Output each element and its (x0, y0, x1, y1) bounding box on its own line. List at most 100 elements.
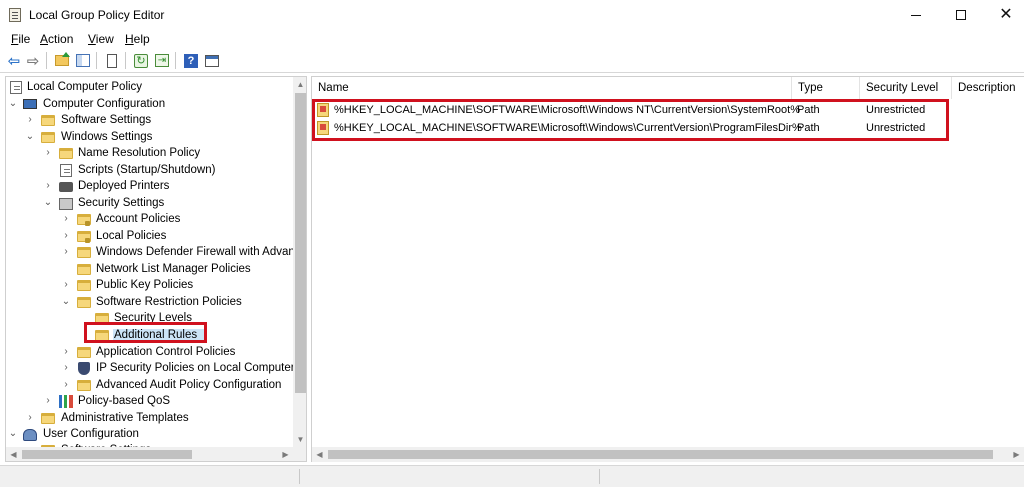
tree-item-public-key-policies[interactable]: › Public Key Policies (6, 277, 292, 293)
menu-help[interactable]: Help (125, 32, 150, 46)
back-arrow-icon: ⇦ (7, 52, 21, 70)
forward-button[interactable]: ⇨ (24, 52, 42, 70)
refresh-icon: ↻ (134, 53, 148, 68)
tree-item-local-computer-policy[interactable]: Local Computer Policy (6, 79, 292, 95)
column-header-security-level[interactable]: Security Level (860, 77, 952, 99)
chevron-right-icon[interactable]: › (61, 278, 71, 292)
folder-icon (77, 347, 91, 358)
tree-item-network-list-manager[interactable]: Network List Manager Policies (6, 261, 292, 277)
chevron-down-icon[interactable]: ⌄ (8, 97, 18, 111)
tree-item-deployed-printers[interactable]: › Deployed Printers (6, 178, 292, 194)
properties-button[interactable] (203, 52, 221, 69)
tree-item-windows-defender-firewall[interactable]: › Windows Defender Firewall with Advanc (6, 244, 301, 260)
tree-item-scripts[interactable]: Scripts (Startup/Shutdown) (6, 162, 292, 178)
chevron-right-icon[interactable]: › (61, 212, 71, 226)
close-button[interactable]: ✕ (983, 0, 1024, 30)
scroll-left-icon[interactable]: ◀ (312, 447, 327, 462)
status-segment (300, 469, 600, 484)
chevron-right-icon[interactable]: › (61, 361, 71, 375)
details-horizontal-scrollbar[interactable]: ◀ ▶ (312, 447, 1024, 462)
tree-horizontal-scrollbar[interactable]: ◀ ▶ (6, 447, 293, 461)
properties-icon (205, 54, 219, 67)
scrollbar-thumb[interactable] (295, 93, 306, 393)
tree-item-software-restriction-policies[interactable]: ⌄ Software Restriction Policies (6, 294, 292, 310)
console-tree[interactable]: Local Computer Policy ⌄ Computer Configu… (5, 76, 307, 462)
chevron-right-icon[interactable]: › (61, 245, 71, 259)
folder-icon (41, 115, 55, 126)
show-hide-tree-button[interactable] (74, 52, 92, 69)
scroll-icon (10, 81, 22, 94)
column-header-name[interactable]: Name (312, 77, 792, 99)
chevron-right-icon[interactable]: › (61, 229, 71, 243)
column-header-type[interactable]: Type (792, 77, 860, 99)
folder-icon (77, 297, 91, 308)
scroll-up-icon[interactable]: ▲ (293, 77, 306, 92)
status-segment (0, 469, 300, 484)
highlight-box-additional-rules (84, 322, 207, 343)
toolbar: ⇦ ⇨ ↻ ⇥ ? (0, 48, 1024, 73)
refresh-button[interactable]: ↻ (132, 52, 150, 69)
tree-item-policy-based-qos[interactable]: › Policy-based QoS (6, 393, 292, 409)
scroll-down-icon[interactable]: ▼ (293, 432, 306, 447)
scroll-left-icon[interactable]: ◀ (6, 447, 21, 461)
details-pane[interactable]: ^ Name Type Security Level Description %… (311, 76, 1024, 462)
tree-item-application-control-policies[interactable]: › Application Control Policies (6, 344, 292, 360)
locked-folder-icon (77, 214, 91, 226)
minimize-button[interactable] (893, 0, 939, 30)
tree-item-account-policies[interactable]: › Account Policies (6, 211, 292, 227)
chevron-right-icon[interactable]: › (25, 411, 35, 425)
tree-item-name-resolution-policy[interactable]: › Name Resolution Policy (6, 145, 292, 161)
clipboard-icon (107, 53, 117, 68)
chevron-down-icon[interactable]: ⌄ (61, 295, 71, 309)
export-list-button[interactable]: ⇥ (153, 52, 171, 69)
menu-action[interactable]: Action (40, 32, 73, 46)
folder-icon (41, 413, 55, 424)
tree-item-ip-security-policies[interactable]: › IP Security Policies on Local Computer (6, 360, 295, 376)
help-icon: ? (184, 53, 198, 68)
close-icon: ✕ (999, 6, 1013, 23)
help-button[interactable]: ? (182, 52, 200, 69)
toolbar-separator (175, 52, 176, 69)
chevron-right-icon[interactable]: › (43, 179, 53, 193)
scrollbar-thumb[interactable] (22, 450, 192, 459)
status-bar (0, 465, 1024, 487)
tree-vertical-scrollbar[interactable]: ▲ ▼ (293, 77, 306, 447)
chevron-down-icon[interactable]: ⌄ (8, 427, 18, 441)
tree-item-windows-settings[interactable]: ⌄ Windows Settings (6, 129, 292, 145)
chevron-right-icon[interactable]: › (43, 146, 53, 160)
back-button[interactable]: ⇦ (5, 52, 23, 70)
tree-item-user-configuration[interactable]: ⌄ User Configuration (6, 426, 292, 442)
menu-file[interactable]: File (11, 32, 30, 46)
menu-view[interactable]: View (88, 32, 114, 46)
chevron-down-icon[interactable]: ⌄ (43, 196, 53, 210)
export-list-icon: ⇥ (155, 54, 169, 67)
tree-item-advanced-audit-policy[interactable]: › Advanced Audit Policy Configuration (6, 377, 292, 393)
menu-bar: File Action View Help (0, 30, 1024, 48)
tree-item-security-settings[interactable]: ⌄ Security Settings (6, 195, 292, 211)
up-one-level-button[interactable] (53, 52, 71, 69)
chevron-right-icon[interactable]: › (61, 345, 71, 359)
tree-item-administrative-templates[interactable]: › Administrative Templates (6, 410, 292, 426)
chevron-right-icon[interactable]: › (61, 378, 71, 392)
scroll-right-icon[interactable]: ▶ (1009, 447, 1024, 462)
locked-folder-icon (77, 231, 91, 243)
scrollbar-thumb[interactable] (328, 450, 993, 459)
tree-item-computer-configuration[interactable]: ⌄ Computer Configuration (6, 96, 292, 112)
scrollbar-corner (293, 447, 306, 461)
group-policy-app-icon (9, 8, 21, 22)
toolbar-separator (96, 52, 97, 69)
chevron-down-icon[interactable]: ⌄ (25, 130, 35, 144)
chevron-right-icon[interactable]: › (43, 394, 53, 408)
title-bar: Local Group Policy Editor ✕ (0, 0, 1024, 30)
chevron-right-icon[interactable]: › (25, 113, 35, 127)
security-settings-icon (59, 198, 73, 210)
folder-up-icon (55, 52, 70, 66)
scroll-right-icon[interactable]: ▶ (278, 447, 293, 461)
tree-item-software-settings[interactable]: › Software Settings (6, 112, 292, 128)
clipboard-button[interactable] (103, 52, 121, 69)
column-header-description[interactable]: Description (952, 77, 1024, 99)
console-tree-icon (76, 54, 90, 67)
maximize-button[interactable] (938, 0, 984, 30)
tree-item-local-policies[interactable]: › Local Policies (6, 228, 292, 244)
folder-icon (41, 132, 55, 143)
